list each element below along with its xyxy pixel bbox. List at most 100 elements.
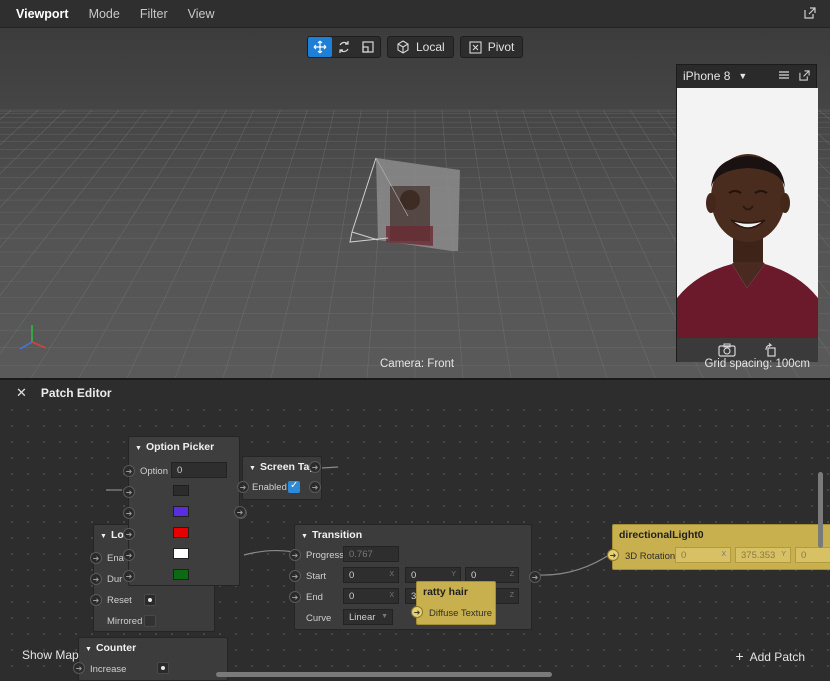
start-label: Start xyxy=(306,571,327,582)
reset-port[interactable]: ➜ xyxy=(90,594,102,606)
screen-tap-output-port-2[interactable]: ➜ xyxy=(309,481,321,493)
collapse-triangle-icon[interactable]: ▼ xyxy=(301,533,308,540)
vertical-scrollbar[interactable] xyxy=(818,472,823,548)
pivot-toggle[interactable]: Pivot xyxy=(459,36,524,58)
color-swatch-4[interactable] xyxy=(173,548,189,559)
collapse-triangle-icon[interactable]: ▼ xyxy=(249,465,256,472)
diffuse-texture-port[interactable]: ➜ xyxy=(411,606,423,618)
progress-label: Progress xyxy=(306,550,345,561)
hamburger-menu-icon[interactable] xyxy=(778,69,790,81)
patch-editor-header: ✕ Patch Editor xyxy=(0,380,830,406)
progress-port[interactable]: ➜ xyxy=(289,549,301,561)
increase-label: Increase xyxy=(90,664,127,675)
duration-port[interactable]: ➜ xyxy=(90,573,102,585)
camera-switch-icon[interactable] xyxy=(717,343,736,357)
rotation-y-input[interactable]: 375.353 Y xyxy=(735,547,791,563)
option-input[interactable]: 0 xyxy=(171,462,227,478)
enable-label: Ena xyxy=(107,553,124,564)
ratty-hair-node[interactable]: ratty hair ➜ Diffuse Texture xyxy=(411,581,496,625)
color-port-3[interactable]: ➜ xyxy=(123,528,135,540)
show-map-button[interactable]: Show Map xyxy=(22,648,79,662)
chevron-down-icon: ▼ xyxy=(738,71,748,81)
counter-title: Counter xyxy=(95,642,137,654)
color-port-1[interactable]: ➜ xyxy=(123,486,135,498)
transition-output-port[interactable]: ➜ xyxy=(529,571,541,583)
cube-icon xyxy=(397,40,409,54)
patch-editor-title: Patch Editor xyxy=(40,386,112,400)
option-label: Option xyxy=(140,466,168,477)
rotate-icon xyxy=(339,41,349,53)
camera-preview-image xyxy=(677,88,818,338)
face-plane-object[interactable] xyxy=(348,156,463,251)
end-port[interactable]: ➜ xyxy=(289,591,301,603)
loop-node-title: Lo xyxy=(110,529,124,541)
duration-label: Dur xyxy=(107,574,123,585)
device-name: iPhone 8 xyxy=(683,69,731,83)
progress-input[interactable]: 0.767 xyxy=(343,546,399,562)
color-port-5[interactable]: ➜ xyxy=(123,570,135,582)
color-swatch-3[interactable] xyxy=(173,527,189,538)
directional-light-node[interactable]: directionalLight0 ➜ 3D Rotation 0X 375.3… xyxy=(607,524,830,570)
device-preview: iPhone 8 ▼ xyxy=(676,64,818,362)
transition-title: Transition xyxy=(311,529,363,541)
add-patch-button[interactable]: + Add Patch xyxy=(735,648,805,664)
device-selector[interactable]: iPhone 8 ▼ xyxy=(677,65,816,87)
rotation-port[interactable]: ➜ xyxy=(607,549,619,561)
screen-tap-node[interactable]: ▼ Screen Tap ➜ Enabled ✓ ➜ ➜ xyxy=(237,456,322,500)
patch-editor[interactable]: ✕ Patch Editor ▼Lonimatio ➜ Ena ➜ Dur 1 … xyxy=(0,380,830,681)
counter-node[interactable]: ▼ Counter ➜ Increase xyxy=(73,637,228,681)
camera-label: Camera: Front xyxy=(380,358,455,370)
increase-port[interactable]: ➜ xyxy=(73,662,85,674)
diffuse-texture-label: Diffuse Texture xyxy=(429,608,493,619)
start-x-input[interactable]: 0X xyxy=(343,567,399,583)
enable-port[interactable]: ➜ xyxy=(90,552,102,564)
mirrored-checkbox[interactable] xyxy=(144,615,156,627)
screen-tap-title: Screen Tap xyxy=(259,461,316,473)
scene-viewport[interactable]: Local Pivot iPhone 8 ▼ Camera: Front Gri… xyxy=(0,28,830,378)
color-port-4[interactable]: ➜ xyxy=(123,549,135,561)
curve-label: Curve xyxy=(306,613,332,624)
rotate-tool-button[interactable] xyxy=(332,37,356,57)
close-icon[interactable]: ✕ xyxy=(16,385,27,401)
increase-pulse-button[interactable] xyxy=(157,662,169,674)
rotation-x-input[interactable]: 0X xyxy=(675,547,731,563)
end-label: End xyxy=(306,592,323,603)
rotate-device-icon[interactable] xyxy=(764,343,778,357)
rotation-z-input[interactable]: 0 xyxy=(795,547,830,563)
color-port-2[interactable]: ➜ xyxy=(123,507,135,519)
move-tool-button[interactable] xyxy=(308,37,332,57)
rotation-label: 3D Rotation xyxy=(625,551,676,562)
local-toggle[interactable]: Local xyxy=(387,36,454,58)
reset-pulse-button[interactable] xyxy=(144,594,156,606)
menu-view[interactable]: View xyxy=(188,7,215,21)
option-picker-node[interactable]: ▼Option Picker ➜ Option 0 ➜ ➜ ➜ ➜ ➜ ➜ xyxy=(123,436,247,586)
ratty-hair-title: ratty hair xyxy=(423,586,468,598)
screen-tap-output-port-1[interactable]: ➜ xyxy=(309,461,321,473)
viewport-toolbar: Local Pivot xyxy=(307,36,524,58)
start-port[interactable]: ➜ xyxy=(289,570,301,582)
reset-label: Reset xyxy=(107,595,132,606)
option-port[interactable]: ➜ xyxy=(123,465,135,477)
screen-tap-enabled-port[interactable]: ➜ xyxy=(237,481,249,493)
app-window: Viewport Mode Filter View Local Pivot iP… xyxy=(0,0,830,681)
horizontal-scrollbar[interactable] xyxy=(216,672,552,677)
color-swatch-5[interactable] xyxy=(173,569,189,580)
menu-viewport[interactable]: Viewport xyxy=(16,7,69,21)
color-swatch-1[interactable] xyxy=(173,485,189,496)
menu-filter[interactable]: Filter xyxy=(140,7,168,21)
curve-select[interactable]: Linear ▼ xyxy=(343,609,393,625)
scale-tool-button[interactable] xyxy=(356,37,380,57)
collapse-triangle-icon[interactable]: ▼ xyxy=(135,445,142,452)
collapse-triangle-icon[interactable]: ▼ xyxy=(85,646,92,653)
local-label: Local xyxy=(416,40,445,54)
menu-mode[interactable]: Mode xyxy=(89,7,120,21)
loose-port[interactable]: ➜ xyxy=(234,506,246,518)
screen-tap-enabled-checkbox[interactable]: ✓ xyxy=(288,480,300,493)
color-swatch-2[interactable] xyxy=(173,506,189,517)
popout-icon[interactable] xyxy=(804,7,816,19)
collapse-triangle-icon[interactable]: ▼ xyxy=(100,533,107,540)
transform-tools xyxy=(307,36,381,58)
popout-icon[interactable] xyxy=(799,70,810,81)
end-x-input[interactable]: 0X xyxy=(343,588,399,604)
screen-tap-enabled-label: Enabled xyxy=(252,482,287,493)
